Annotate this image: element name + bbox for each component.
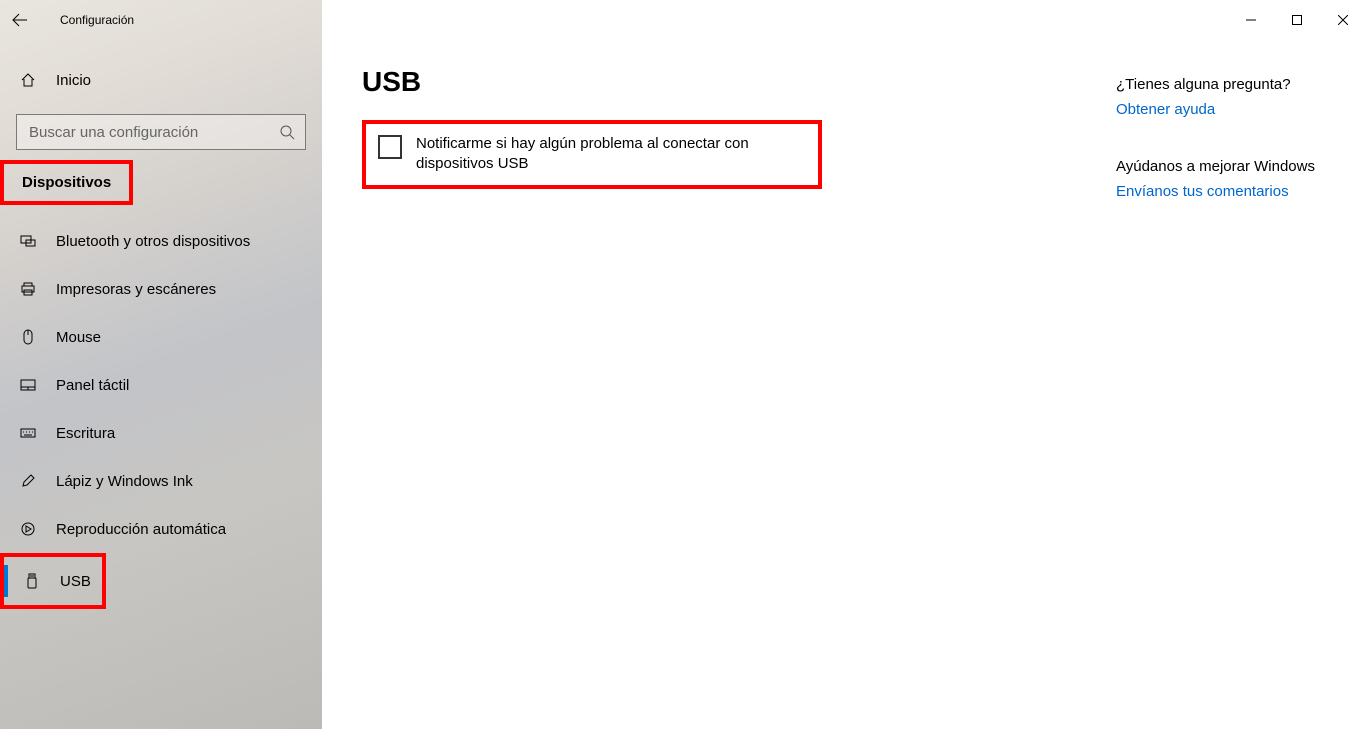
sidebar-item-usb[interactable]: USB <box>4 557 102 605</box>
sidebar-item-label: Mouse <box>56 329 101 346</box>
home-label: Inicio <box>56 72 91 89</box>
sidebar-item-label: USB <box>60 573 91 590</box>
pen-icon <box>18 473 38 489</box>
home-nav[interactable]: Inicio <box>0 58 322 102</box>
search-box[interactable] <box>16 114 306 150</box>
search-icon <box>279 124 295 140</box>
highlight-checkbox: Notificarme si hay algún problema al con… <box>362 120 822 189</box>
sidebar-item-autoplay[interactable]: Reproducción automática <box>0 505 322 553</box>
checkbox-icon[interactable] <box>378 135 402 159</box>
sidebar-item-label: Bluetooth y otros dispositivos <box>56 233 250 250</box>
sidebar-item-typing[interactable]: Escritura <box>0 409 322 457</box>
autoplay-icon <box>18 521 38 537</box>
window-title: Configuración <box>60 13 134 27</box>
devices-icon <box>18 233 38 249</box>
back-button[interactable] <box>0 0 40 40</box>
sidebar-item-label: Impresoras y escáneres <box>56 281 216 298</box>
send-feedback-link[interactable]: Envíanos tus comentarios <box>1116 183 1366 200</box>
home-icon <box>18 72 38 88</box>
titlebar: Configuración <box>0 0 1366 40</box>
nav-list: Bluetooth y otros dispositivos Impresora… <box>0 217 322 609</box>
usb-icon <box>22 573 42 589</box>
highlight-dispositivos: Dispositivos <box>0 160 133 205</box>
sidebar-item-pen[interactable]: Lápiz y Windows Ink <box>0 457 322 505</box>
sidebar-item-label: Panel táctil <box>56 377 129 394</box>
close-button[interactable] <box>1320 0 1366 40</box>
maximize-button[interactable] <box>1274 0 1320 40</box>
search-input[interactable] <box>27 123 279 142</box>
feedback-question: Ayúdanos a mejorar Windows <box>1116 158 1366 175</box>
content-area: USB Notificarme si hay algún problema al… <box>322 40 1366 729</box>
sidebar-item-printers[interactable]: Impresoras y escáneres <box>0 265 322 313</box>
minimize-button[interactable] <box>1228 0 1274 40</box>
touchpad-icon <box>18 377 38 393</box>
sidebar-item-label: Escritura <box>56 425 115 442</box>
usb-notify-checkbox-row[interactable]: Notificarme si hay algún problema al con… <box>366 124 818 185</box>
get-help-link[interactable]: Obtener ayuda <box>1116 101 1366 118</box>
window-controls <box>1228 0 1366 40</box>
sidebar-item-label: Lápiz y Windows Ink <box>56 473 193 490</box>
page-title: USB <box>362 66 1076 98</box>
main-panel: USB Notificarme si hay algún problema al… <box>322 40 1116 729</box>
printer-icon <box>18 281 38 297</box>
sidebar: Inicio Dispositivos Bluetooth <box>0 40 322 729</box>
sidebar-item-bluetooth[interactable]: Bluetooth y otros dispositivos <box>0 217 322 265</box>
checkbox-label: Notificarme si hay algún problema al con… <box>416 134 806 175</box>
help-question: ¿Tienes alguna pregunta? <box>1116 76 1366 93</box>
mouse-icon <box>18 329 38 345</box>
sidebar-item-label: Reproducción automática <box>56 521 226 538</box>
search-wrap <box>16 114 306 150</box>
sidebar-item-mouse[interactable]: Mouse <box>0 313 322 361</box>
sidebar-item-touchpad[interactable]: Panel táctil <box>0 361 322 409</box>
highlight-usb: USB <box>0 553 106 609</box>
sidebar-section-header: Dispositivos <box>4 164 129 201</box>
help-column: ¿Tienes alguna pregunta? Obtener ayuda A… <box>1116 40 1366 729</box>
keyboard-icon <box>18 425 38 441</box>
